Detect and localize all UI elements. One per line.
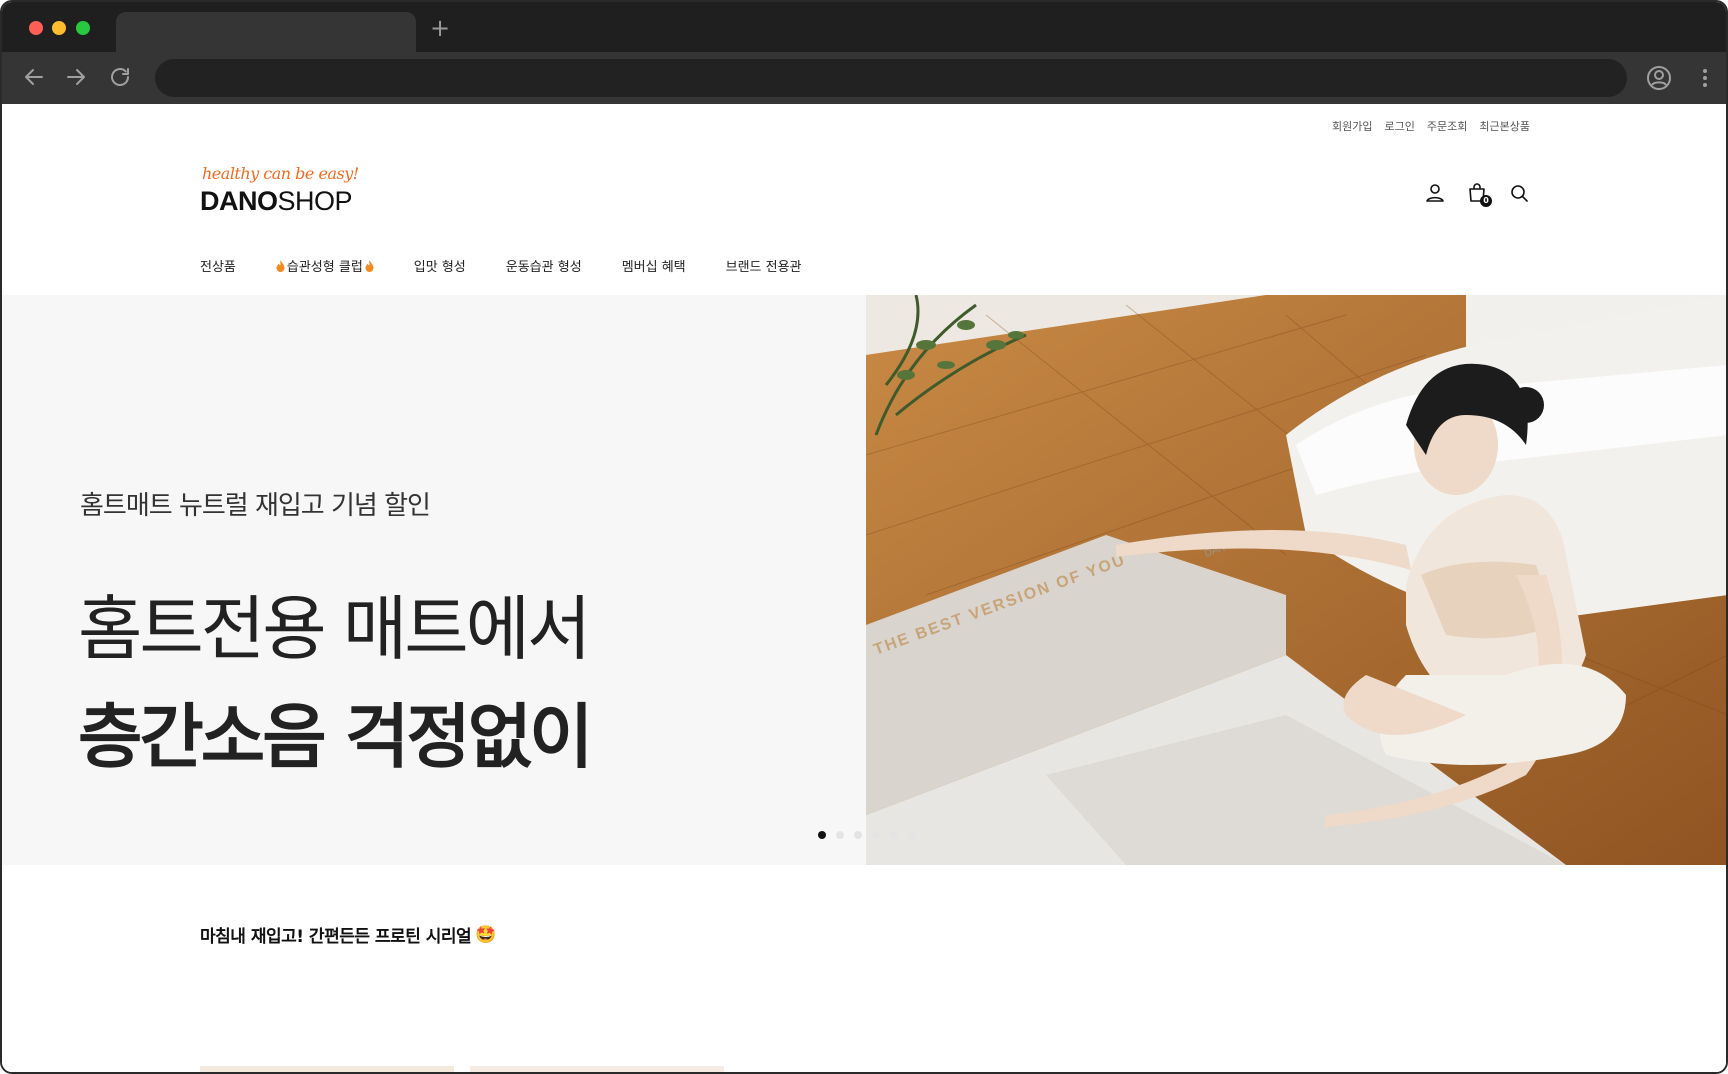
close-window-button[interactable] [29,21,43,35]
reload-icon[interactable] [108,65,132,89]
more-menu-icon[interactable] [1693,65,1717,91]
slider-dot[interactable] [854,831,862,839]
login-link[interactable]: 로그인 [1385,118,1415,134]
order-lookup-link[interactable]: 주문조회 [1427,118,1467,134]
slider-dot[interactable] [836,831,844,839]
active-tab[interactable] [116,12,416,52]
nav-item-label: 입맛 형성 [413,260,466,275]
nav-item-label: 습관성형 클럽 [286,260,363,275]
slider-pagination [818,831,916,839]
signup-link[interactable]: 회원가입 [1332,118,1372,134]
section-title-emoji: 🤩 [475,924,496,945]
logo-brand-light: SHOP [277,186,353,216]
logo-wordmark: DANOSHOP [200,186,353,217]
browser-window: + 회원가입 로그인 주문조회 최근본상품 healthy can be eas… [0,0,1728,1074]
section-title-text: 마침내 재입고! 간편든든 프로틴 시리얼 [200,927,472,947]
hero-banner[interactable]: 홈트매트 뉴트럴 재입고 기념 할인 홈트전용 매트에서 층간소음 걱정없이 T… [2,295,1726,865]
nav-item[interactable]: 입맛 형성 [414,256,466,275]
web-page: 회원가입 로그인 주문조회 최근본상품 healthy can be easy!… [2,104,1726,1072]
browser-tab-bar: + [2,2,1726,52]
hero-image: THE BEST VERSION OF YOU DANO [866,295,1726,865]
maximize-window-button[interactable] [76,21,90,35]
profile-icon[interactable] [1646,65,1672,91]
hero-headline-line1: 홈트전용 매트에서 [78,588,591,670]
new-tab-button[interactable]: + [430,16,450,40]
nav-item[interactable]: 브랜드 전용관 [726,256,802,275]
hero-subtitle: 홈트매트 뉴트럴 재입고 기념 할인 [80,491,431,521]
nav-item[interactable]: 멤버십 혜택 [622,256,686,275]
browser-toolbar [2,52,1726,104]
product-thumbnail[interactable] [470,1066,724,1072]
hero-text-panel: 홈트매트 뉴트럴 재입고 기념 할인 홈트전용 매트에서 층간소음 걱정없이 [2,295,866,865]
logo-brand-bold: DANO [200,186,278,216]
site-logo[interactable]: healthy can be easy! DANOSHOP [200,164,380,224]
hero-headline-line2: 층간소음 걱정없이 [78,696,594,778]
logo-tagline: healthy can be easy! [202,164,359,183]
slider-dot[interactable] [908,831,916,839]
product-thumbnail[interactable] [200,1066,454,1072]
forward-arrow-icon[interactable] [64,65,88,89]
cart-count-badge: 0 [1480,195,1492,207]
search-icon[interactable] [1508,182,1530,204]
slider-dot[interactable] [818,831,826,839]
nav-item[interactable]: 운동습관 형성 [506,256,582,275]
nav-item[interactable]: 전상품 [200,256,236,275]
main-navigation: 전상품 습관성형 클럽 입맛 형성 운동습관 형성 멤버십 혜택 브랜드 전용관 [200,256,842,275]
nav-item-label: 전상품 [200,260,236,275]
slider-dot[interactable] [872,831,880,839]
header-icons: 0 [1424,182,1530,207]
minimize-window-button[interactable] [52,21,66,35]
flame-icon [276,259,285,272]
nav-item[interactable]: 습관성형 클럽 [276,256,374,275]
nav-item-label: 멤버십 혜택 [621,260,686,275]
back-arrow-icon[interactable] [22,65,46,89]
recently-viewed-link[interactable]: 최근본상품 [1479,118,1530,134]
hero-photo-illustration: THE BEST VERSION OF YOU DANO [866,295,1726,865]
flame-icon [365,259,374,272]
slider-dot[interactable] [890,831,898,839]
cart-button[interactable]: 0 [1466,182,1492,207]
nav-item-label: 운동습관 형성 [505,260,582,275]
account-icon[interactable] [1424,182,1446,204]
utility-links: 회원가입 로그인 주문조회 최근본상품 [1332,118,1530,134]
nav-item-label: 브랜드 전용관 [725,260,802,275]
section-title: 마침내 재입고! 간편든든 프로틴 시리얼 🤩 [200,922,496,948]
address-bar[interactable] [155,59,1627,97]
